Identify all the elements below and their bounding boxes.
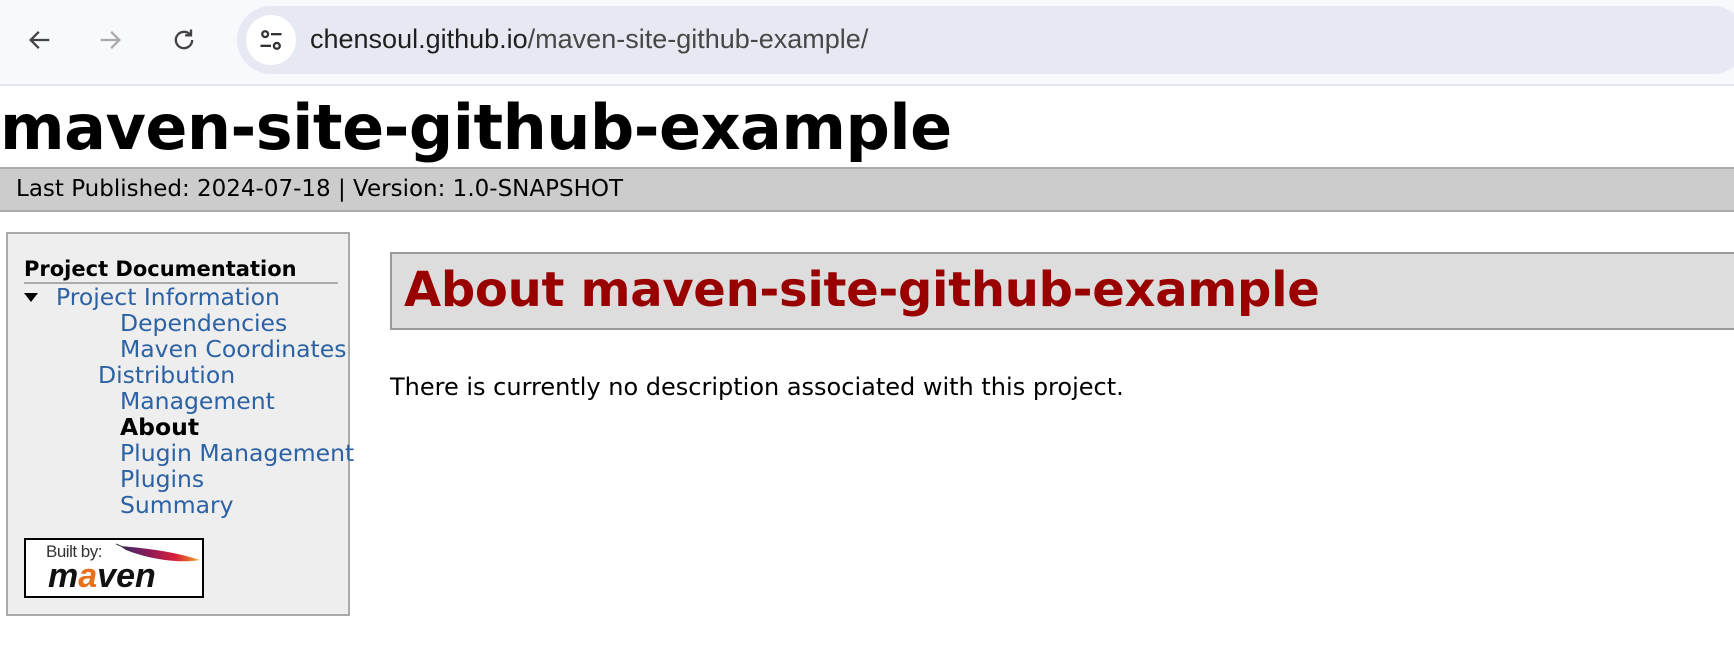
back-button[interactable] — [18, 18, 62, 62]
distribution-management-link[interactable]: Distribution Management — [98, 362, 298, 414]
expanded-triangle-icon[interactable] — [24, 293, 38, 302]
url-host: chensoul.github.io — [310, 24, 528, 54]
sidebar-item-about: About — [120, 414, 440, 440]
sidebar-heading: Project Documentation — [24, 256, 338, 284]
site-settings-icon — [260, 30, 282, 50]
plugins-link[interactable]: Plugins — [120, 465, 204, 493]
plugin-management-link[interactable]: Plugin Management — [120, 439, 354, 467]
sidebar-item-project-information: Project Information Dependencies Maven C… — [24, 284, 440, 518]
site-settings-button[interactable] — [246, 15, 296, 65]
reload-button[interactable] — [162, 18, 206, 62]
sidebar-item-summary: Summary — [120, 492, 440, 518]
project-information-submenu: Dependencies Maven Coordinates Distribut… — [56, 310, 440, 518]
maven-coordinates-link[interactable]: Maven Coordinates — [120, 335, 346, 363]
url-path: /maven-site-github-example/ — [527, 24, 869, 54]
reload-icon — [174, 29, 194, 50]
about-current: About — [120, 413, 200, 441]
sidebar: Project Documentation Project Informatio… — [6, 232, 354, 616]
breadcrumb-bar: Last Published: 2024-07-18 | Version: 1.… — [0, 167, 1734, 212]
maven-wordmark: maven — [48, 558, 156, 594]
summary-link[interactable]: Summary — [120, 491, 234, 519]
browser-toolbar: chensoul.github.io/maven-site-github-exa… — [0, 0, 1734, 86]
maven-a: a — [78, 557, 98, 595]
forward-button[interactable] — [88, 18, 132, 62]
sidebar-item-plugins: Plugins — [120, 466, 440, 492]
site-title: maven-site-github-example — [0, 91, 952, 164]
publish-info: Last Published: 2024-07-18 | Version: 1.… — [16, 176, 624, 202]
address-bar[interactable]: chensoul.github.io/maven-site-github-exa… — [237, 6, 1734, 74]
project-information-link[interactable]: Project Information — [56, 283, 280, 311]
sidebar-menu: Project Information Dependencies Maven C… — [24, 284, 440, 518]
maven-m: m — [48, 557, 79, 595]
page-heading-box: About maven-site-github-example — [390, 252, 1734, 330]
page-heading: About maven-site-github-example — [404, 262, 1320, 318]
dependencies-link[interactable]: Dependencies — [120, 309, 287, 337]
url-text[interactable]: chensoul.github.io/maven-site-github-exa… — [310, 24, 868, 55]
sidebar-item-plugin-management: Plugin Management — [120, 440, 440, 466]
project-description: There is currently no description associ… — [390, 373, 1124, 401]
back-arrow-icon — [29, 31, 50, 49]
built-by-maven-logo[interactable]: Built by: maven — [24, 538, 204, 598]
forward-arrow-icon — [100, 31, 121, 49]
sidebar-item-maven-coordinates: Maven Coordinates — [120, 336, 440, 362]
maven-ven: ven — [97, 557, 156, 595]
